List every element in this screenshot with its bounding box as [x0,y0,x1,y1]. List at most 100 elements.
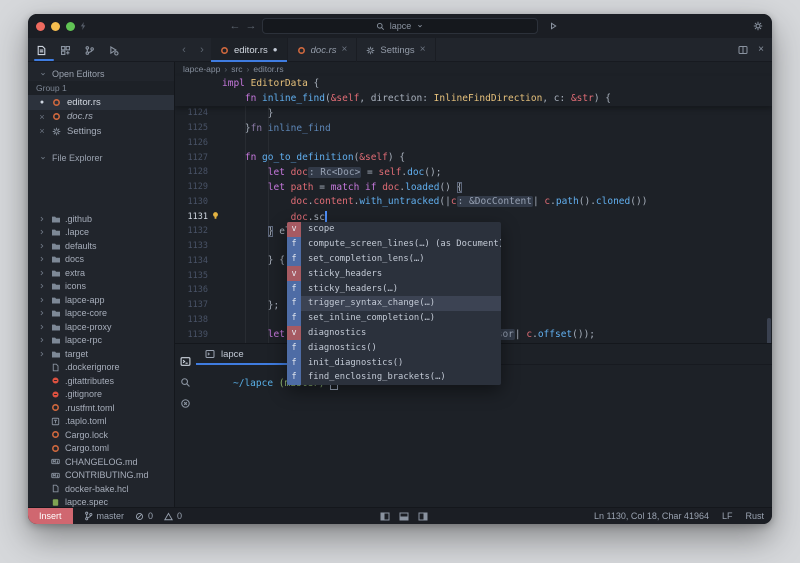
toggle-left-panel-icon[interactable] [380,512,390,521]
tabs-forward-button[interactable]: › [193,38,211,62]
folder--github[interactable]: .github [28,212,174,226]
file-CONTRIBUTING-md[interactable]: CONTRIBUTING.md [28,469,174,483]
git-branch-indicator[interactable]: master [84,511,124,521]
folder-target[interactable]: target [28,347,174,361]
completion-item[interactable]: f find_enclosing_brackets(…) [287,369,501,385]
search-panel-icon[interactable] [180,377,191,388]
completion-item[interactable]: f diagnostics() [287,340,501,356]
editor-mode-badge[interactable]: Insert [28,508,73,524]
open-editor-editor-rs[interactable]: ● editor.rs [28,95,174,110]
file-CHANGELOG-md[interactable]: CHANGELOG.md [28,455,174,469]
folder-icons[interactable]: icons [28,280,174,294]
folder-lapce-app[interactable]: lapce-app [28,293,174,307]
tab-editor-rs[interactable]: editor.rs ● [211,38,288,62]
close-tab-icon[interactable]: × [342,45,348,55]
error-count[interactable]: 0 [135,511,153,521]
chevron-right-icon [38,323,46,331]
settings-gear-icon[interactable] [753,21,763,31]
open-editor-settings[interactable]: × Settings [28,124,174,139]
folder-icon [50,295,61,305]
code-line-1130[interactable]: 1130 doc.content.with_untracked(|c: &DocC… [175,195,772,210]
code-line[interactable]: impl EditorData { [175,76,772,91]
plugins-panel-icon[interactable] [60,45,71,56]
terminal-tab[interactable]: lapce [196,344,300,365]
rust-icon [297,46,306,55]
folder-defaults[interactable]: defaults [28,239,174,253]
breadcrumb[interactable]: lapce-app › src › editor.rs [175,62,772,76]
folder--lapce[interactable]: .lapce [28,226,174,240]
close-editor-icon[interactable]: × [758,45,764,55]
code-line-1124[interactable]: 1124} [175,106,772,121]
function-kind-icon: f [287,236,301,252]
open-editor-doc-rs[interactable]: × doc.rs [28,110,174,125]
chevron-right-icon [38,309,46,317]
folder-extra[interactable]: extra [28,266,174,280]
file-Cargo-lock[interactable]: Cargo.lock [28,428,174,442]
completion-item[interactable]: f sticky_headers(…) [287,281,501,296]
file-lapce-spec[interactable]: lapce.spec [28,496,174,507]
history-forward-button[interactable]: → [244,18,258,34]
breadcrumb-item[interactable]: src [231,64,242,74]
folder-lapce-rpc[interactable]: lapce-rpc [28,334,174,348]
close-icon[interactable]: × [38,112,46,122]
tabs-back-button[interactable]: ‹ [175,38,193,62]
code-line-1127[interactable]: 1127 fn go_to_definition(&self) { [175,150,772,165]
completion-item[interactable]: f trigger_syntax_change(…) [287,295,501,311]
language-indicator[interactable]: Rust [745,511,764,521]
code-line-1129[interactable]: 1129 let path = match if doc.loaded() { [175,180,772,195]
source-control-panel-icon[interactable] [84,45,95,56]
cursor-position[interactable]: Ln 1130, Col 18, Char 41964 [594,511,709,521]
close-icon[interactable]: × [38,126,46,136]
completion-popup: v scope f compute_screen_lines(…) (as Doc… [287,222,501,385]
tab-doc-rs[interactable]: doc.rs × [288,38,358,62]
toggle-right-panel-icon[interactable] [418,512,428,521]
maximize-window-button[interactable] [66,22,75,31]
terminal-panel-icon[interactable] [180,356,191,367]
close-tab-icon[interactable]: × [420,45,426,55]
code-line-1128[interactable]: 1128 let doc: Rc<Doc> = self.doc(); [175,165,772,180]
code-line-1126[interactable]: 1126 [175,136,772,151]
minimize-window-button[interactable] [51,22,60,31]
breadcrumb-item[interactable]: lapce-app [183,64,220,74]
completion-item[interactable]: f set_completion_lens(…) [287,251,501,267]
file--gitignore[interactable]: .gitignore [28,388,174,402]
file--gitattributes[interactable]: .gitattributes [28,374,174,388]
editor-scrollbar[interactable] [767,318,771,343]
run-button[interactable] [548,21,558,31]
rust-icon [220,46,229,55]
history-back-button[interactable]: ← [228,18,242,34]
file--dockerignore[interactable]: .dockerignore [28,361,174,375]
code-line[interactable]: fn inline_find(&self, direction: InlineF… [175,91,772,106]
warning-count[interactable]: 0 [164,511,182,521]
folder-lapce-proxy[interactable]: lapce-proxy [28,320,174,334]
completion-item[interactable]: v scope [287,222,501,237]
explorer-panel-icon[interactable] [36,45,47,56]
chevron-down-icon [41,156,45,160]
branch-icon [84,511,92,521]
chevron-right-icon [38,215,46,223]
tab-settings[interactable]: Settings × [357,38,436,62]
completion-item[interactable]: v sticky_headers [287,266,501,282]
open-editors-header[interactable]: Open Editors [28,66,174,81]
completion-item[interactable]: f init_diagnostics() [287,355,501,370]
file-docker-bake-hcl[interactable]: docker-bake.hcl [28,482,174,496]
problems-panel-icon[interactable] [180,398,191,409]
breadcrumb-item[interactable]: editor.rs [253,64,283,74]
file-explorer-header[interactable]: File Explorer [28,151,174,166]
completion-item[interactable]: v diagnostics [287,325,501,341]
file--taplo-toml[interactable]: .taplo.toml [28,415,174,429]
toggle-bottom-panel-icon[interactable] [399,512,409,521]
file-Cargo-toml[interactable]: Cargo.toml [28,442,174,456]
close-window-button[interactable] [36,22,45,31]
completion-item[interactable]: f set_inline_completion(…) [287,310,501,326]
file--rustfmt-toml[interactable]: .rustfmt.toml [28,401,174,415]
folder-docs[interactable]: docs [28,253,174,267]
command-palette-search[interactable]: lapce [262,18,538,34]
code-line-1125[interactable]: 1125}fn inline_find [175,121,772,136]
debug-panel-icon[interactable] [108,45,119,56]
split-editor-icon[interactable] [738,45,748,55]
folder-lapce-core[interactable]: lapce-core [28,307,174,321]
completion-item[interactable]: f compute_screen_lines(…) (as Document) [287,236,501,252]
eol-indicator[interactable]: LF [722,511,733,521]
code-action-bulb-icon[interactable] [211,211,220,220]
